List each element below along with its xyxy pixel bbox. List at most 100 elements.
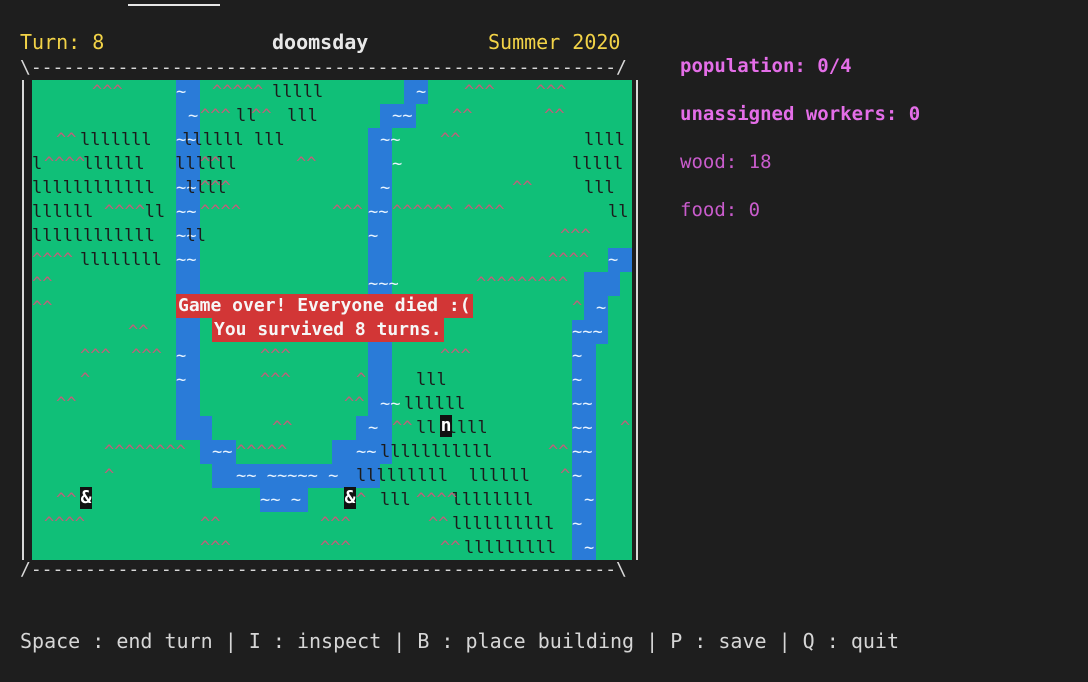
hill-tiles: ^^^^^ [212, 82, 264, 102]
wave-marks: ~ [188, 106, 199, 126]
hill-tiles: ^^^^ [44, 514, 85, 534]
wave-marks: ~~ [572, 418, 593, 438]
wave-marks: ~~ [212, 442, 233, 462]
hill-tiles: ^^ [440, 130, 461, 150]
hill-tiles: ^^ [200, 154, 221, 174]
hill-tiles: ^ [620, 418, 631, 438]
hill-tiles: ^^^ [92, 82, 123, 102]
world-map[interactable]: ~ ~ ~~ ~~ ~~ ~~ ~~ ~ ~ ~ ~~ ~~ ~ ~ ~~ ~ … [32, 80, 632, 560]
river-tile [584, 272, 620, 296]
hill-tiles: ^^^ [260, 370, 291, 390]
turns-survived-message: You survived 8 turns. [212, 318, 444, 342]
hill-tiles: ^ [80, 370, 91, 390]
hill-tiles: ^^^ ^^^ [464, 82, 567, 102]
hill-tiles: ^^ [56, 130, 77, 150]
wave-marks: ~~ ~ [260, 490, 301, 510]
forest-tiles: llllll [404, 394, 466, 414]
forest-tiles: lll [416, 370, 447, 390]
forest-tiles: lllllll llllll lll [80, 130, 285, 150]
hill-tiles: ^^ [200, 514, 221, 534]
game-over-message: Game over! Everyone died :( [176, 294, 473, 318]
hill-tiles: ^^^^ [200, 202, 241, 222]
wave-marks: ~~ [368, 202, 389, 222]
food-stat: food: 0 [680, 199, 761, 221]
wave-marks: ~ [584, 490, 595, 510]
wave-marks: ~ [572, 466, 583, 486]
hill-tiles: ^^ [344, 394, 365, 414]
wave-marks: ~~ [356, 442, 377, 462]
hill-tiles: ^ [356, 490, 367, 510]
game-title: doomsday [272, 30, 369, 54]
hill-tiles: ^ [560, 466, 571, 486]
hill-tiles: ^^ [128, 322, 149, 342]
hill-tiles: ^^ [512, 178, 533, 198]
forest-tiles: lllllllllll [380, 442, 493, 462]
wave-marks: ~~~ [368, 274, 399, 294]
hill-tiles: ^^^^^^^^^ [476, 274, 569, 294]
forest-tiles: lllll [572, 154, 624, 174]
wave-marks: ~~ [380, 394, 401, 414]
wave-marks: ~ [368, 418, 379, 438]
hill-tiles: ^^^ [260, 346, 291, 366]
forest-tiles: llllllllllll llll [32, 178, 227, 198]
forest-tiles: lllllllll llllll [356, 466, 530, 486]
active-tab-indicator [128, 4, 220, 6]
wave-marks: ~ [608, 250, 619, 270]
keybinding-help: Space : end turn | I : inspect | B : pla… [20, 629, 899, 653]
map-frame-right [636, 80, 650, 560]
forest-tiles: ll [608, 202, 629, 222]
hill-tiles: ^^^^ [44, 154, 85, 174]
hill-tiles: ^ [104, 466, 115, 486]
wave-marks: ~ [572, 370, 583, 390]
wave-marks: ~~ [380, 130, 401, 150]
forest-tiles: llll [584, 130, 625, 150]
hill-tiles: ^^^^ [548, 250, 589, 270]
npc-unit[interactable]: n [440, 415, 452, 437]
forest-tiles: llllll ll [32, 202, 166, 222]
wave-marks: ~ [392, 154, 403, 174]
wave-marks: ~~ [176, 202, 197, 222]
forest-tiles: lllllllll [464, 538, 557, 558]
hill-tiles: ^^ [428, 514, 449, 534]
hill-tiles: ^^ ^^ [452, 106, 565, 126]
hill-tiles: ^^^ ^^ [200, 106, 272, 126]
settler-unit[interactable]: & [80, 487, 92, 509]
river-tile [176, 416, 212, 440]
wave-marks: ~ [176, 82, 187, 102]
hill-tiles: ^^^^^^ ^^^^ [392, 202, 505, 222]
wood-stat: wood: 18 [680, 151, 772, 173]
hill-tiles: ^^^^ [104, 202, 145, 222]
settler-unit[interactable]: & [344, 487, 356, 509]
hill-tiles: ^^^ [200, 178, 231, 198]
wave-marks: ~ [572, 346, 583, 366]
hill-tiles: ^ [356, 370, 367, 390]
wave-marks: ~ [572, 514, 583, 534]
wave-marks: ~~ [572, 442, 593, 462]
forest-tiles: llllllllllll ll [32, 226, 206, 246]
hill-tiles: ^^ [56, 394, 77, 414]
hill-tiles: ^^ [548, 442, 569, 462]
season-label: Summer 2020 [488, 30, 621, 54]
wave-marks: ~~ [572, 394, 593, 414]
map-frame-bottom: /---------------------------------------… [20, 560, 627, 580]
hill-tiles: ^^^^^ [236, 442, 288, 462]
wave-marks: ~ [416, 82, 427, 102]
hill-tiles: ^^ [32, 298, 53, 318]
wave-marks: ~ [368, 226, 379, 246]
forest-tiles: lllll [272, 82, 324, 102]
wave-marks: ~ [176, 370, 187, 390]
hill-tiles: ^^^ [440, 346, 471, 366]
wave-marks: ~~ [176, 250, 197, 270]
wave-marks: ~~ ~~~~~ ~ [236, 466, 339, 486]
hill-tiles: ^^^ [200, 538, 231, 558]
hill-tiles: ^^^ [320, 514, 351, 534]
hill-tiles: ^^ [272, 418, 293, 438]
unassigned-workers-stat: unassigned workers: 0 [680, 103, 921, 125]
wave-marks: ~ [176, 346, 187, 366]
hill-tiles: ^^^^ [32, 250, 73, 270]
hill-tiles: ^^ [296, 154, 317, 174]
map-frame-top: \---------------------------------------… [20, 58, 627, 78]
wave-marks: ~~~ [572, 322, 603, 342]
forest-tiles: llllllllll [452, 514, 555, 534]
hill-tiles: ^^ [32, 274, 53, 294]
